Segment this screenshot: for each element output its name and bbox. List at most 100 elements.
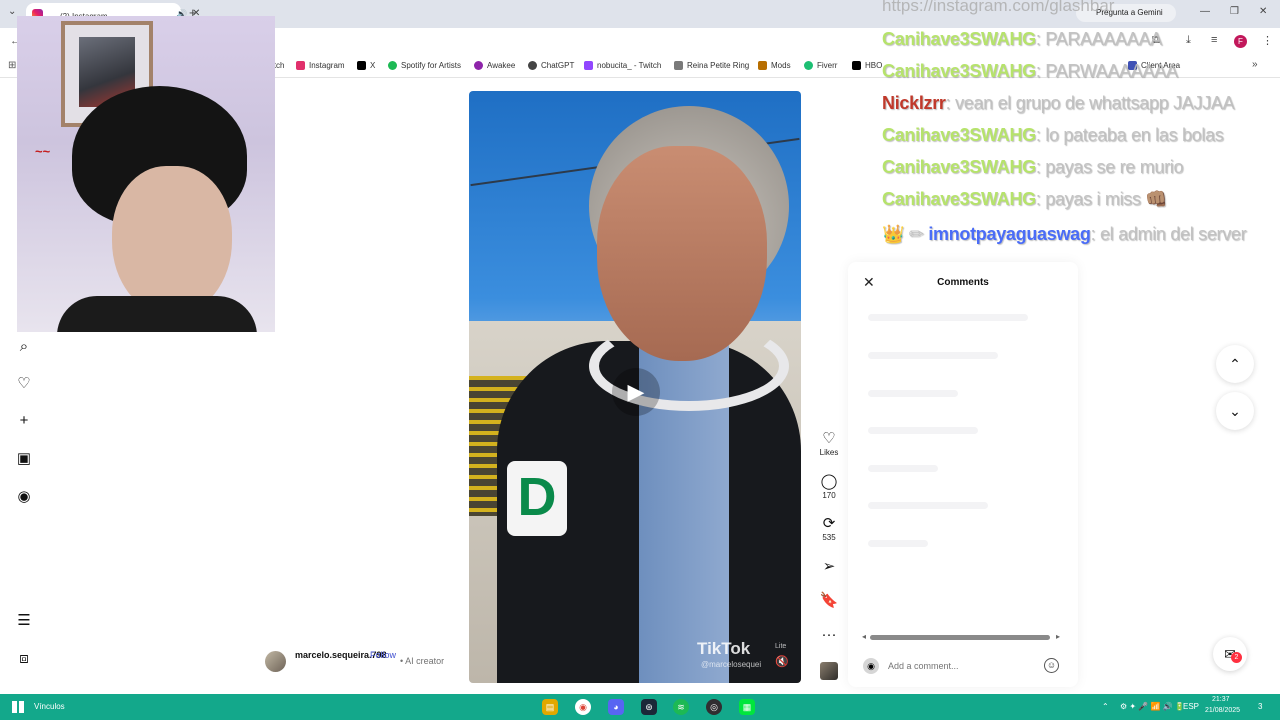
bookmark-label: ChatGPT <box>541 61 575 70</box>
user-avatar: ◉ <box>863 658 879 674</box>
x-icon <box>357 61 366 70</box>
repost-icon: ⟳ <box>822 515 836 532</box>
next-reel-button[interactable]: ⌄ <box>1216 392 1254 430</box>
chrome-icon[interactable]: ◉ <box>575 699 591 715</box>
play-icon[interactable]: ▶ <box>612 368 660 416</box>
chat-username: Nicklzrr <box>882 93 946 113</box>
profile-avatar[interactable]: F <box>1234 35 1247 48</box>
menu-icon[interactable]: ☰ <box>16 613 32 629</box>
awakee-icon <box>474 61 483 70</box>
chat-username: Canihave3SWAHG <box>882 125 1036 145</box>
audio-thumbnail[interactable] <box>820 662 838 680</box>
language-indicator[interactable]: ESP <box>1183 702 1199 711</box>
bookmark-reina[interactable]: Reina Petite Ring <box>674 61 749 70</box>
follow-button[interactable]: Follow <box>370 650 400 661</box>
chatgpt-icon <box>528 61 537 70</box>
bookmark-label: HBO <box>865 61 883 70</box>
bookmark-mods[interactable]: Mods <box>758 61 791 70</box>
share-button[interactable]: ➢ <box>816 558 842 576</box>
file-explorer-icon[interactable]: ▤ <box>542 699 558 715</box>
messages-button[interactable]: ✉ <box>1213 637 1247 671</box>
mute-icon[interactable]: 🔇 <box>775 655 789 668</box>
clock-time[interactable]: 21:37 <box>1212 696 1230 703</box>
scroll-left-icon[interactable]: ◂ <box>862 632 866 641</box>
ring-icon <box>674 61 683 70</box>
more-bookmarks-icon[interactable]: » <box>1252 59 1258 70</box>
previous-reel-button[interactable]: ⌃ <box>1216 345 1254 383</box>
bookmark-awakee[interactable]: Awakee <box>474 61 515 70</box>
comment-button[interactable]: ◯ 170 <box>816 473 842 501</box>
like-button[interactable]: ♡ Likes <box>816 430 842 458</box>
start-icon[interactable] <box>12 701 24 713</box>
tab-list-icon[interactable]: ⌄ <box>8 6 16 17</box>
wall-graffiti: ~~ <box>35 144 51 159</box>
chat-url-overlay: https://instagram.com/glashbar <box>882 0 1115 15</box>
restore-icon[interactable]: ❐ <box>1230 6 1239 17</box>
chat-message: Canihave3SWAHG: lo pateaba en las bolas <box>882 125 1224 146</box>
bookmark-label: Reina Petite Ring <box>687 61 750 70</box>
search-icon[interactable]: ⌕ <box>16 339 32 355</box>
emoji-icon[interactable]: ☺ <box>1044 658 1059 673</box>
bookmark-x[interactable]: X <box>357 61 375 70</box>
chat-message: Canihave3SWAHG: PARAAAAAAA <box>882 29 1162 50</box>
reel-video[interactable]: D ▶ TikTok Lite @marcelosequei 🔇 <box>469 91 801 683</box>
media-icon[interactable]: ≡ <box>1211 34 1217 46</box>
bookmark-instagram[interactable]: Instagram <box>296 61 345 70</box>
send-icon: ➢ <box>822 558 836 575</box>
spotify-icon[interactable]: ≋ <box>673 699 689 715</box>
chat-text: : vean el grupo de whattsapp JAJJAA <box>945 93 1235 113</box>
heart-icon[interactable]: ♡ <box>16 376 32 392</box>
bookmark-spotify[interactable]: Spotify for Artists <box>388 61 461 70</box>
bookmark-twitch-nobucita[interactable]: nobucita_ - Twitch <box>584 61 661 70</box>
horizontal-scrollbar[interactable] <box>870 635 1050 640</box>
chat-username: Canihave3SWAHG <box>882 61 1036 81</box>
minimize-icon[interactable]: — <box>1200 6 1210 17</box>
notification-count[interactable]: 3 <box>1258 702 1262 711</box>
bookmark-hbo[interactable]: HBO <box>852 61 882 70</box>
author-username[interactable]: marcelo.sequeira.798 <box>295 650 387 661</box>
clock-date[interactable]: 21/08/2025 <box>1205 707 1240 714</box>
bookmark-icon: 🔖 <box>819 592 839 609</box>
steam-icon[interactable]: ⊛ <box>641 699 657 715</box>
threads-icon[interactable]: ⧈ <box>16 651 32 667</box>
chevron-down-icon: ⌄ <box>1229 403 1241 419</box>
chat-message: 👑 ✏ imnotpayaguaswag: el admin del serve… <box>882 224 1247 245</box>
chevron-up-icon: ⌃ <box>1229 356 1241 372</box>
apps-icon[interactable]: ⊞ <box>8 60 16 71</box>
chat-username: imnotpayaguaswag <box>928 224 1091 244</box>
dashboard-icon[interactable]: ▣ <box>16 451 32 467</box>
bookmark-label: Spotify for Artists <box>401 61 462 70</box>
more-options-button[interactable]: ··· <box>816 626 842 644</box>
chat-text: : lo pateaba en las bolas <box>1035 125 1224 145</box>
chat-username: Canihave3SWAHG <box>882 157 1036 177</box>
links-toolbar[interactable]: Vínculos <box>34 702 65 711</box>
save-button[interactable]: 🔖 <box>816 592 842 610</box>
tray-overflow-icon[interactable]: ⌃ <box>1102 702 1109 711</box>
loading-placeholder <box>868 540 928 547</box>
loading-placeholder <box>868 502 988 509</box>
author-avatar[interactable] <box>265 651 286 672</box>
chat-text: : PARAAAAAAA <box>1035 29 1162 49</box>
download-icon[interactable]: ⤓ <box>1186 34 1191 47</box>
app-green-icon[interactable]: ▦ <box>739 699 755 715</box>
repost-button[interactable]: ⟳ 535 <box>816 515 842 543</box>
fiverr-icon <box>804 61 813 70</box>
discord-icon[interactable]: ◕ <box>608 699 624 715</box>
streamer-shirt <box>57 296 257 332</box>
bookmark-chatgpt[interactable]: ChatGPT <box>528 61 574 70</box>
bookmark-fiverr[interactable]: Fiverr <box>804 61 837 70</box>
loading-placeholder <box>868 352 998 359</box>
tiktok-handle: @marcelosequei <box>701 660 762 669</box>
scroll-right-icon[interactable]: ▸ <box>1056 632 1060 641</box>
loading-placeholder <box>868 465 938 472</box>
browser-menu-icon[interactable]: ⋮ <box>1262 34 1273 47</box>
profile-icon[interactable]: ◉ <box>16 489 32 505</box>
close-window-icon[interactable]: ✕ <box>1259 6 1267 17</box>
create-icon[interactable]: + <box>16 413 32 429</box>
webcam-overlay: ~~ <box>17 16 275 332</box>
chat-message: Canihave3SWAHG: payas i miss 👊🏽 <box>882 189 1168 210</box>
comment-input[interactable] <box>888 659 1038 673</box>
obs-icon[interactable]: ◎ <box>706 699 722 715</box>
hbo-icon <box>852 61 861 70</box>
tray-icons[interactable]: ⚙ ✦ 🎤 📶 🔊 🔋 <box>1120 702 1185 711</box>
